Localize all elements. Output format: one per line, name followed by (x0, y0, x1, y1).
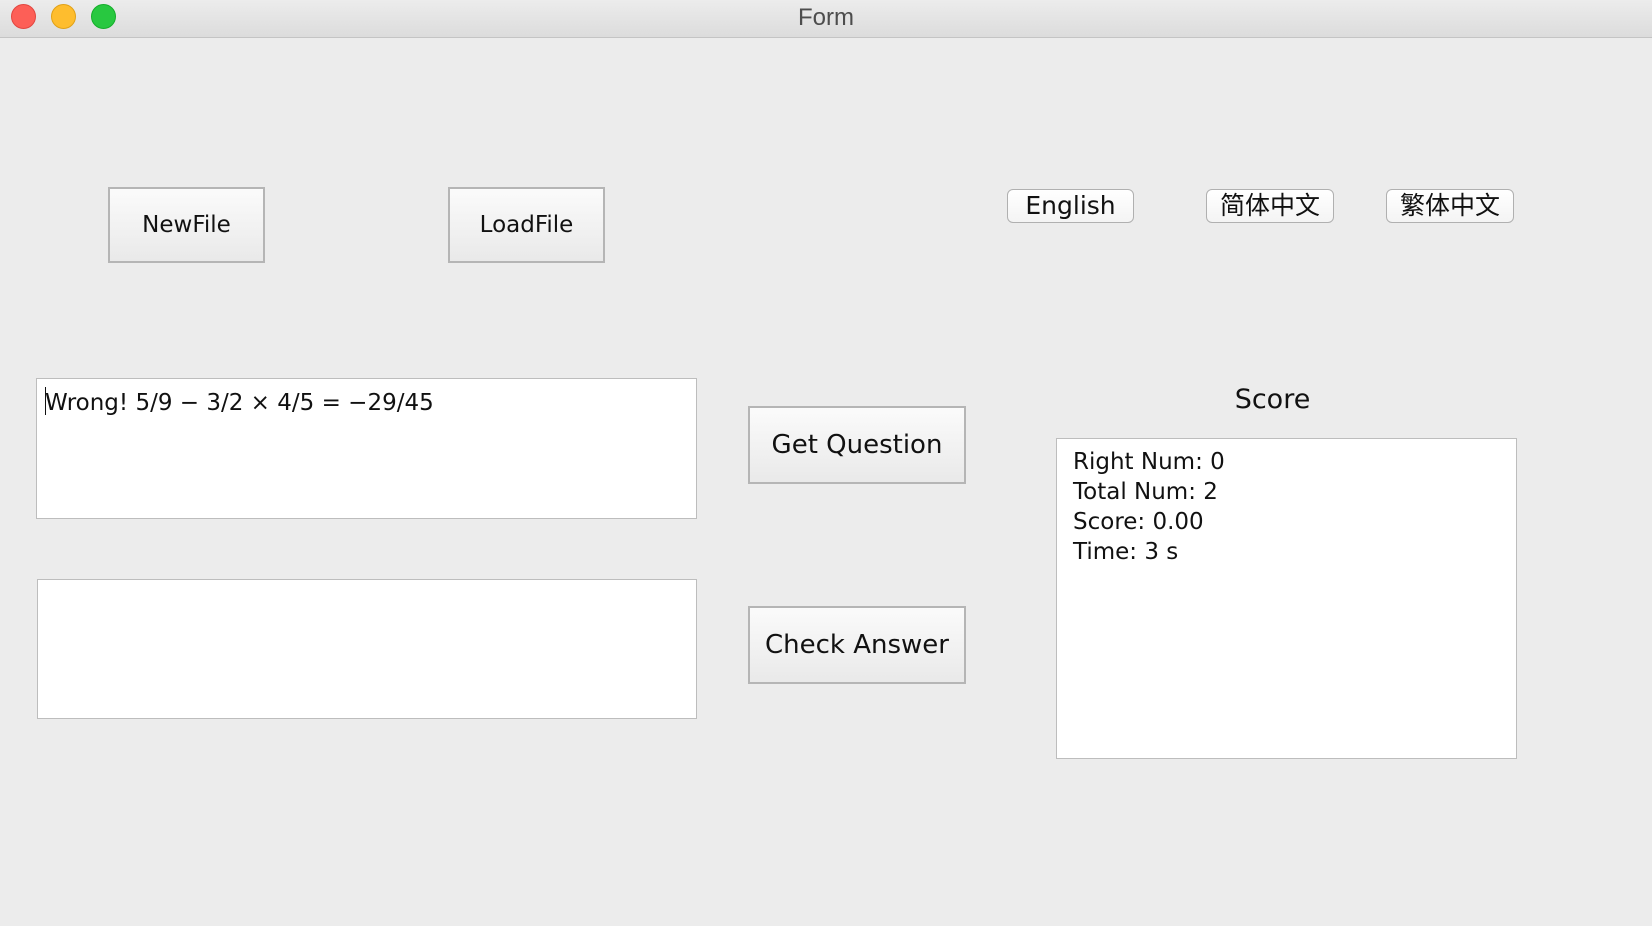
get-question-button[interactable]: Get Question (748, 406, 966, 484)
window-title: Form (798, 4, 854, 31)
score-text-area[interactable]: Right Num: 0 Total Num: 2 Score: 0.00 Ti… (1056, 438, 1517, 759)
traditional-chinese-language-button[interactable]: 繁体中文 (1386, 189, 1514, 223)
title-bar: Form (0, 0, 1652, 38)
check-answer-button[interactable]: Check Answer (748, 606, 966, 684)
new-file-button[interactable]: NewFile (108, 187, 265, 263)
answer-input[interactable] (37, 579, 697, 719)
question-text: Wrong! 5/9 − 3/2 × 4/5 = −29/45 (45, 390, 434, 416)
score-heading: Score (1234, 384, 1311, 415)
right-num-line: Right Num: 0 (1073, 449, 1225, 475)
time-line: Time: 3 s (1073, 539, 1179, 565)
load-file-button[interactable]: LoadFile (448, 187, 605, 263)
question-text-area[interactable]: Wrong! 5/9 − 3/2 × 4/5 = −29/45 (36, 378, 697, 519)
score-value-line: Score: 0.00 (1073, 509, 1204, 535)
simplified-chinese-language-button[interactable]: 简体中文 (1206, 189, 1334, 223)
english-language-button[interactable]: English (1007, 189, 1134, 223)
total-num-line: Total Num: 2 (1073, 479, 1218, 505)
form-window: Form NewFile LoadFile English 简体中文 繁体中文 … (0, 0, 1652, 926)
